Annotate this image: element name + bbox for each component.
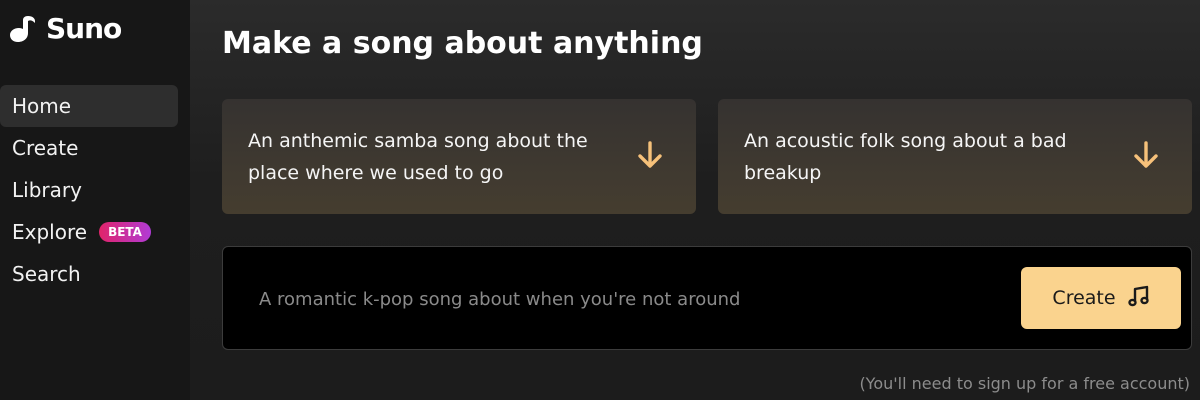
signup-note: (You'll need to sign up for a free accou…	[859, 374, 1190, 393]
sidebar-item-create[interactable]: Create	[0, 127, 178, 169]
suno-logo[interactable]: Suno	[10, 12, 122, 45]
song-prompt-input[interactable]	[259, 285, 999, 313]
sidebar-item-home[interactable]: Home	[0, 85, 178, 127]
suggestion-card[interactable]: An anthemic samba song about the place w…	[222, 99, 696, 214]
suggestion-text: An anthemic samba song about the place w…	[248, 130, 588, 184]
song-prompt-box: Create	[222, 246, 1192, 350]
app-root: Suno Home Create Library Explore BETA Se…	[0, 0, 1200, 400]
sidebar-item-search[interactable]: Search	[0, 253, 178, 295]
suggestion-cards: An anthemic samba song about the place w…	[222, 99, 1192, 214]
sidebar-item-label: Create	[12, 136, 79, 160]
create-button[interactable]: Create	[1021, 267, 1181, 329]
sidebar-nav: Home Create Library Explore BETA Search	[0, 85, 190, 295]
create-button-label: Create	[1052, 287, 1116, 309]
sidebar-item-label: Home	[12, 94, 72, 118]
suggestion-card[interactable]: An acoustic folk song about a bad breaku…	[718, 99, 1192, 214]
sidebar: Suno Home Create Library Explore BETA Se…	[0, 0, 190, 400]
arrow-down-icon	[630, 125, 670, 185]
sidebar-item-label: Explore	[12, 220, 88, 244]
sidebar-item-explore[interactable]: Explore BETA	[0, 211, 178, 253]
music-note-icon	[1127, 285, 1150, 312]
app-name: Suno	[46, 12, 122, 45]
suggestion-text: An acoustic folk song about a bad breaku…	[744, 130, 1067, 184]
beta-badge: BETA	[99, 222, 151, 242]
suno-logo-icon	[10, 14, 42, 44]
main-content: Make a song about anything An anthemic s…	[190, 0, 1200, 400]
sidebar-item-label: Library	[12, 178, 82, 202]
arrow-down-icon	[1126, 125, 1166, 185]
sidebar-item-library[interactable]: Library	[0, 169, 178, 211]
sidebar-item-label: Search	[12, 262, 81, 286]
page-title: Make a song about anything	[222, 26, 703, 61]
